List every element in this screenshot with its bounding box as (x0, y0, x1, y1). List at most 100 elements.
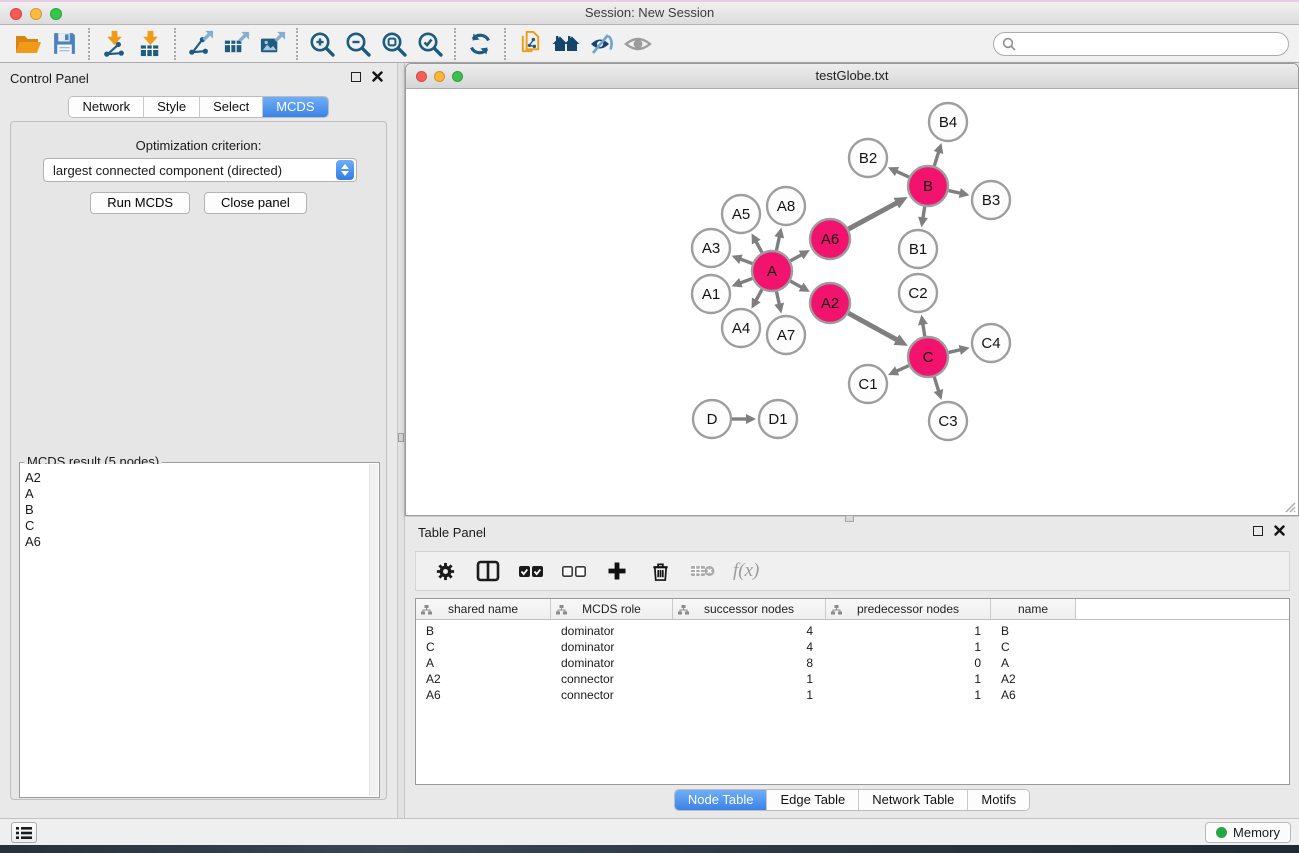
export-table-button[interactable] (218, 27, 254, 61)
show-panels-button[interactable] (11, 822, 37, 843)
deselect-all-button[interactable] (561, 556, 587, 586)
minimize-window-button[interactable] (30, 8, 42, 20)
first-neighbors-button[interactable] (548, 27, 584, 61)
network-close-button[interactable] (416, 71, 427, 82)
zoom-selected-button[interactable] (412, 27, 448, 61)
table-row[interactable]: Cdominator41C (416, 639, 1289, 655)
graph-node-A8[interactable]: A8 (767, 187, 805, 225)
horizontal-splitter-handle[interactable] (845, 515, 854, 522)
new-network-from-selection-button[interactable] (512, 27, 548, 61)
result-list-scrollbar[interactable] (369, 464, 378, 796)
function-builder-button-disabled[interactable]: f(x) (733, 556, 759, 586)
close-panel-icon[interactable] (1274, 525, 1285, 536)
graph-edge-B-B2[interactable] (895, 171, 909, 177)
list-item[interactable]: C (25, 518, 378, 534)
search-field[interactable] (993, 32, 1289, 56)
table-row[interactable]: A2connector11A2 (416, 671, 1289, 687)
column-visibility-button[interactable] (475, 556, 501, 586)
close-panel-button[interactable]: Close panel (204, 192, 307, 214)
graph-edge-A-A4[interactable] (755, 289, 762, 301)
graph-edge-C-C3[interactable] (934, 377, 939, 392)
graph-node-B3[interactable]: B3 (972, 181, 1010, 219)
list-item[interactable]: A6 (25, 534, 378, 550)
graph-edge-C-C2[interactable] (923, 323, 925, 337)
criterion-dropdown[interactable]: largest connected component (directed) (43, 158, 357, 182)
save-session-button[interactable] (46, 27, 82, 61)
network-canvas[interactable]: B4B2BB3A8A5A6B1A3AC2A1A2A4A7C4CC1C3DD1 (407, 90, 1297, 514)
list-item[interactable]: A2 (25, 470, 378, 486)
graph-node-D1[interactable]: D1 (759, 400, 797, 438)
graph-node-A7[interactable]: A7 (767, 316, 805, 354)
tab-mcds[interactable]: MCDS (262, 97, 327, 117)
graph-edge-A-A2[interactable] (790, 281, 802, 288)
delete-column-button[interactable] (647, 556, 673, 586)
import-table-button[interactable] (132, 27, 168, 61)
list-item[interactable]: A (25, 486, 378, 502)
column-header-name[interactable]: name (991, 599, 1076, 619)
graph-node-B2[interactable]: B2 (849, 139, 887, 177)
zoom-in-button[interactable] (304, 27, 340, 61)
graph-node-C1[interactable]: C1 (849, 365, 887, 403)
graph-edge-A2-C[interactable] (848, 313, 898, 340)
tab-select[interactable]: Select (199, 97, 262, 117)
tab-style[interactable]: Style (143, 97, 199, 117)
graph-node-B[interactable]: B (908, 166, 948, 206)
graph-node-C[interactable]: C (908, 337, 948, 377)
zoom-out-button[interactable] (340, 27, 376, 61)
graph-edge-A-A6[interactable] (790, 254, 802, 261)
graph-node-A3[interactable]: A3 (692, 229, 730, 267)
graph-edge-A6-B[interactable] (848, 202, 898, 229)
table-row[interactable]: A6connector11A6 (416, 687, 1289, 703)
graph-node-B4[interactable]: B4 (929, 103, 967, 141)
graph-node-B1[interactable]: B1 (899, 230, 937, 268)
column-header-shared-name[interactable]: shared name (416, 599, 551, 619)
search-input[interactable] (1021, 36, 1280, 51)
import-network-button[interactable] (96, 27, 132, 61)
tab-edge-table[interactable]: Edge Table (766, 790, 858, 810)
table-settings-button[interactable] (432, 556, 458, 586)
graph-edge-C-C4[interactable] (948, 350, 961, 353)
delete-table-button-disabled[interactable] (690, 556, 716, 586)
graph-edge-A-A5[interactable] (755, 240, 762, 252)
run-mcds-button[interactable]: Run MCDS (90, 192, 190, 214)
hide-selected-button[interactable] (620, 27, 656, 61)
list-item[interactable]: B (25, 502, 378, 518)
show-hide-graphics-button[interactable] (584, 27, 620, 61)
float-panel-icon[interactable] (1253, 526, 1263, 536)
open-session-button[interactable] (10, 27, 46, 61)
tab-network[interactable]: Network (69, 97, 143, 117)
network-window-titlebar[interactable]: testGlobe.txt (406, 64, 1298, 89)
graph-node-C3[interactable]: C3 (929, 402, 967, 440)
column-header-successor-nodes[interactable]: successor nodes (673, 599, 826, 619)
resize-grip-icon[interactable] (1283, 500, 1296, 513)
float-panel-icon[interactable] (351, 72, 361, 82)
graph-edge-B-B4[interactable] (934, 151, 939, 166)
graph-node-A[interactable]: A (752, 251, 792, 291)
column-header-predecessor-nodes[interactable]: predecessor nodes (826, 599, 991, 619)
graph-edge-A-A3[interactable] (739, 259, 752, 264)
graph-edge-B-B3[interactable] (948, 191, 961, 194)
close-window-button[interactable] (10, 8, 22, 20)
graph-edge-A-A1[interactable] (739, 278, 752, 283)
tab-network-table[interactable]: Network Table (858, 790, 967, 810)
table-row[interactable]: Adominator80A (416, 655, 1289, 671)
network-maximize-button[interactable] (452, 71, 463, 82)
add-column-button[interactable] (604, 556, 630, 586)
tab-node-table[interactable]: Node Table (675, 790, 767, 810)
graph-edge-A-A7[interactable] (776, 292, 779, 306)
graph-node-A2[interactable]: A2 (810, 283, 850, 323)
graph-node-A4[interactable]: A4 (722, 309, 760, 347)
export-network-button[interactable] (182, 27, 218, 61)
table-row[interactable]: Bdominator41B (416, 623, 1289, 639)
vertical-splitter[interactable] (397, 63, 405, 818)
export-image-button[interactable] (254, 27, 290, 61)
column-header-MCDS-role[interactable]: MCDS role (551, 599, 673, 619)
select-all-button[interactable] (518, 556, 544, 586)
maximize-window-button[interactable] (50, 8, 62, 20)
memory-button[interactable]: Memory (1205, 822, 1291, 843)
apply-layout-button[interactable] (462, 27, 498, 61)
graph-node-A5[interactable]: A5 (722, 195, 760, 233)
tab-motifs[interactable]: Motifs (967, 790, 1029, 810)
zoom-fit-button[interactable] (376, 27, 412, 61)
graph-node-C2[interactable]: C2 (899, 274, 937, 312)
